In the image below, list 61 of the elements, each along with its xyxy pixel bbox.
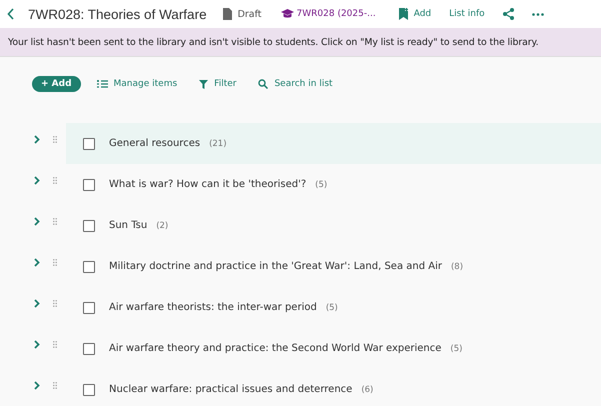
section-title: Nuclear warfare: practical issues and deterrence xyxy=(109,384,352,395)
expand-icon[interactable] xyxy=(34,258,40,267)
drag-handle-icon[interactable] xyxy=(53,300,57,307)
back-icon[interactable] xyxy=(7,8,15,20)
checkbox[interactable] xyxy=(83,260,95,272)
course-link[interactable]: 7WR028 (2025-... xyxy=(280,9,376,19)
drag-handle-icon[interactable] xyxy=(53,177,57,184)
checkbox[interactable] xyxy=(83,302,95,314)
section-title: Sun Tsu xyxy=(109,220,148,231)
share-icon[interactable] xyxy=(502,8,514,20)
add-button[interactable]: Add xyxy=(398,8,432,20)
checkbox[interactable] xyxy=(83,342,95,354)
section-row[interactable]: Air warfare theory and practice: the Second World War experience (5) xyxy=(66,328,601,369)
info-banner: Your list hasn't been sent to the library and isn't visible to students. Click on "My list is ready" to send to the library. xyxy=(0,28,601,56)
expand-icon[interactable] xyxy=(34,340,40,349)
section-row[interactable]: What is war? How can it be 'theorised'? (5) xyxy=(66,164,601,205)
item-count: (5) xyxy=(326,302,338,312)
expand-icon[interactable] xyxy=(34,299,40,308)
item-count: (6) xyxy=(361,384,374,394)
search-button[interactable]: Search in list xyxy=(258,79,333,89)
expand-icon[interactable] xyxy=(34,381,40,390)
add-button[interactable]: + Add xyxy=(32,76,81,92)
filter-button[interactable]: Filter xyxy=(199,79,236,89)
list-icon xyxy=(96,80,108,88)
status-label: Draft xyxy=(238,8,262,20)
section-title: Military doctrine and practice in the 'Great War': Land, Sea and Air xyxy=(109,261,442,272)
filter-icon xyxy=(199,80,208,88)
search-icon xyxy=(258,79,268,89)
section-title: What is war? How can it be 'theorised'? xyxy=(109,179,306,190)
more-icon[interactable] xyxy=(532,12,544,16)
section-row[interactable]: General resources (21) xyxy=(66,123,601,164)
manage-items-button[interactable]: Manage items xyxy=(96,79,178,89)
section-row[interactable]: Military doctrine and practice in the 'Great War': Land, Sea and Air (8) xyxy=(66,246,601,287)
section-row[interactable]: Nuclear warfare: practical issues and deterrence (6) xyxy=(66,369,601,406)
drag-handle-icon[interactable] xyxy=(53,218,57,225)
section-title: General resources xyxy=(109,138,200,149)
drag-handle-icon[interactable] xyxy=(53,259,57,266)
checkbox[interactable] xyxy=(83,178,95,190)
section-row[interactable]: Sun Tsu (2) xyxy=(66,205,601,246)
graduation-cap-icon xyxy=(280,9,294,19)
list-title: 7WR028: Theories of Warfare xyxy=(28,6,207,22)
bookmark-plus-icon xyxy=(398,8,409,20)
section-title: Air warfare theorists: the inter-war period xyxy=(109,302,317,313)
section-row[interactable]: Air warfare theorists: the inter-war period (5) xyxy=(66,287,601,328)
item-count: (2) xyxy=(156,220,168,230)
drag-handle-icon[interactable] xyxy=(53,136,57,143)
expand-icon[interactable] xyxy=(34,135,40,144)
expand-icon[interactable] xyxy=(34,217,40,226)
section-title: Air warfare theory and practice: the Second World War experience xyxy=(109,343,442,354)
item-count: (5) xyxy=(315,180,328,190)
checkbox[interactable] xyxy=(83,220,95,232)
checkbox[interactable] xyxy=(83,138,95,150)
item-count: (21) xyxy=(209,138,227,148)
drag-handle-icon[interactable] xyxy=(53,382,57,389)
checkbox[interactable] xyxy=(83,384,95,396)
drag-handle-icon[interactable] xyxy=(53,341,57,348)
item-count: (5) xyxy=(450,344,462,354)
document-icon xyxy=(222,8,232,20)
item-count: (8) xyxy=(450,262,464,272)
expand-icon[interactable] xyxy=(34,176,40,185)
list-info-link[interactable]: List info xyxy=(449,9,485,19)
